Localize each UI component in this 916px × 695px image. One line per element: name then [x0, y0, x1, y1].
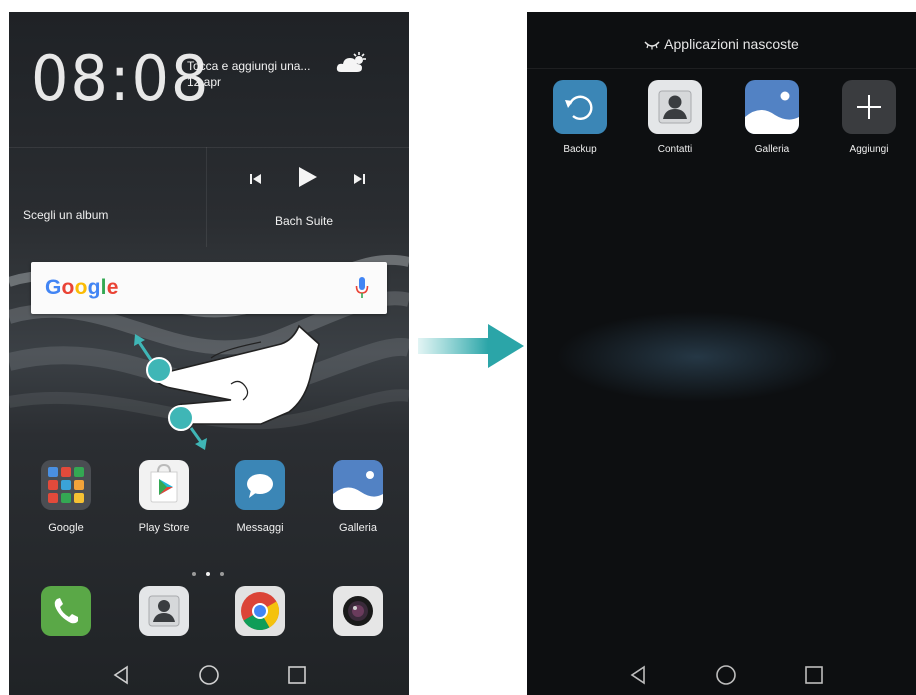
weather-widget[interactable]: Tocca e aggiungi una... 12 apr — [187, 58, 310, 90]
music-widget-top-border — [9, 147, 409, 148]
track-label: Bach Suite — [275, 214, 334, 228]
recents-square-icon[interactable] — [283, 661, 311, 689]
dock-camera[interactable] — [321, 586, 395, 636]
google-folder-icon — [41, 460, 91, 510]
hidden-app-aggiungi[interactable]: Aggiungi — [832, 80, 906, 155]
app-messaggi[interactable]: Messaggi — [223, 460, 297, 534]
google-logo: Google — [45, 276, 119, 299]
partly-cloudy-icon[interactable] — [335, 50, 369, 76]
messages-icon — [235, 460, 285, 510]
clock-time[interactable]: 08:08 — [31, 42, 210, 115]
hidden-apps-header: Applicazioni nascoste — [527, 36, 916, 52]
page-indicator[interactable] — [187, 563, 229, 581]
app-label: Galleria — [339, 522, 377, 534]
dock-phone[interactable] — [29, 586, 103, 636]
header-divider — [527, 68, 916, 69]
camera-icon — [333, 586, 383, 636]
dock-contacts[interactable] — [127, 586, 201, 636]
home-screen: 08:08 Tocca e aggiungi una... 12 apr Sce… — [9, 12, 409, 695]
app-label: Aggiungi — [849, 144, 889, 155]
hidden-app-contatti[interactable]: Contatti — [638, 80, 712, 155]
backup-icon — [553, 80, 607, 134]
back-triangle-icon[interactable] — [624, 661, 652, 689]
app-label: Galleria — [754, 144, 790, 155]
contacts-icon — [648, 80, 702, 134]
phone-icon — [41, 586, 91, 636]
hidden-apps-title: Applicazioni nascoste — [664, 36, 799, 52]
contacts-icon — [139, 586, 189, 636]
recents-square-icon[interactable] — [800, 661, 828, 689]
app-play-store[interactable]: Play Store — [127, 460, 201, 534]
app-label: Contatti — [657, 144, 693, 155]
music-widget-divider — [206, 147, 207, 247]
app-label: Backup — [563, 144, 597, 155]
app-galleria[interactable]: Galleria — [321, 460, 395, 534]
album-label[interactable]: Scegli un album — [23, 208, 108, 222]
gallery-icon — [333, 460, 383, 510]
page-dot-active[interactable] — [206, 572, 210, 576]
navigation-bar — [9, 655, 409, 695]
pinch-out-gesture-icon — [134, 324, 320, 450]
microphone-icon[interactable] — [355, 276, 369, 300]
app-google-folder[interactable]: Google — [29, 460, 103, 534]
app-label: Google — [48, 522, 84, 534]
arrow-right-icon — [418, 324, 524, 368]
back-triangle-icon[interactable] — [107, 661, 135, 689]
hidden-app-backup[interactable]: Backup — [543, 80, 617, 155]
play-button[interactable] — [295, 165, 319, 189]
skip-previous-icon[interactable] — [249, 172, 263, 186]
app-label: Play Store — [138, 522, 190, 534]
hidden-eye-icon — [644, 41, 660, 50]
hidden-apps-screen: Applicazioni nascoste Backup Contatti Ga… — [527, 12, 916, 695]
play-store-icon — [139, 460, 189, 510]
page-dot[interactable] — [192, 572, 196, 576]
weather-prompt: Tocca e aggiungi una... — [187, 59, 311, 73]
navigation-bar — [527, 655, 916, 695]
weather-date: 12 apr — [187, 75, 222, 89]
page-dot[interactable] — [220, 572, 224, 576]
home-circle-icon[interactable] — [712, 661, 740, 689]
add-icon — [842, 80, 896, 134]
home-circle-icon[interactable] — [195, 661, 223, 689]
chrome-icon — [235, 586, 285, 636]
app-label: Messaggi — [236, 522, 284, 534]
hidden-app-galleria[interactable]: Galleria — [735, 80, 809, 155]
dock-chrome[interactable] — [223, 586, 297, 636]
skip-next-icon[interactable] — [352, 172, 366, 186]
gallery-icon — [745, 80, 799, 134]
